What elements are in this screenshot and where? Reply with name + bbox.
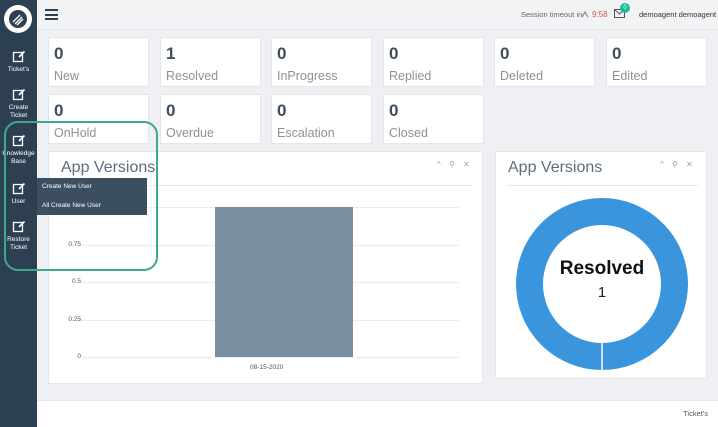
footer-text: Ticket's	[683, 409, 708, 418]
stat-value: 0	[277, 44, 287, 63]
gridline	[81, 357, 459, 358]
stat-card-edited[interactable]: 0 Edited	[606, 37, 707, 87]
stat-label: InProgress	[277, 69, 338, 83]
stat-label: Closed	[389, 126, 428, 140]
stat-value: 0	[54, 44, 64, 63]
stat-label: New	[54, 69, 80, 83]
stat-value: 0	[612, 44, 622, 63]
panel-divider	[506, 185, 698, 186]
bar-08-15-2020[interactable]	[215, 207, 353, 357]
stat-card-escalation[interactable]: 0 Escalation	[271, 94, 372, 144]
sidebar-item-label: Create Ticket	[8, 104, 29, 119]
menu-item-create-new-user[interactable]: Create New User	[42, 183, 92, 190]
menu-icon[interactable]	[45, 9, 58, 20]
mail-count-badge: 0	[620, 3, 630, 13]
stat-card-inprogress[interactable]: 0 InProgress	[271, 37, 372, 87]
x-tick-label: 08-15-2020	[250, 364, 284, 371]
stat-label: Resolved	[166, 69, 219, 83]
stat-value: 0	[389, 101, 399, 120]
signal-icon	[581, 11, 589, 18]
sidebar-item-tickets[interactable]: Ticket's	[0, 50, 37, 74]
stat-card-deleted[interactable]: 0 Deleted	[494, 37, 595, 87]
y-tick-label: 0.25	[68, 315, 81, 323]
stat-label: Deleted	[500, 69, 544, 83]
stat-value: 0	[389, 44, 399, 63]
stat-value: 0	[500, 44, 510, 63]
stat-value: 0	[166, 101, 176, 120]
panel-tools[interactable]: ^ ⚲ ✕	[660, 160, 696, 169]
topbar: Session timeout in 9:58 0 demoagent demo…	[37, 0, 718, 30]
donut-center-value: 1	[597, 284, 607, 301]
session-timeout-label: Session timeout in	[521, 10, 583, 19]
stat-value: 0	[277, 101, 287, 120]
panel-title: App Versions	[508, 159, 603, 176]
sidebar-item-label: Ticket's	[7, 66, 30, 73]
sidebar-item-create-ticket[interactable]: Create Ticket	[0, 88, 37, 120]
stat-label: Overdue	[166, 126, 214, 140]
stat-card-replied[interactable]: 0 Replied	[383, 37, 484, 87]
user-submenu: Create New User All Create New User	[37, 178, 147, 215]
app-logo[interactable]	[4, 5, 32, 33]
logo-icon	[9, 10, 27, 28]
stat-label: Edited	[612, 69, 648, 83]
stat-card-new[interactable]: 0 New	[48, 37, 149, 87]
session-timer: 9:58	[592, 10, 608, 19]
stat-card-closed[interactable]: 0 Closed	[383, 94, 484, 144]
edit-icon	[12, 50, 25, 63]
y-tick-label: 0	[77, 353, 81, 360]
stat-card-resolved[interactable]: 1 Resolved	[160, 37, 261, 87]
menu-item-all-create-new-user[interactable]: All Create New User	[42, 202, 101, 209]
user-menu[interactable]: demoagent demoagent	[639, 10, 716, 19]
edit-icon	[12, 88, 25, 101]
stat-value: 0	[54, 101, 64, 120]
donut-center-label: Resolved	[559, 258, 645, 279]
y-tick-label: 0.5	[71, 278, 81, 285]
stat-value: 1	[166, 44, 176, 63]
footer: Ticket's	[37, 400, 718, 427]
donut-chart-panel: App Versions ^ ⚲ ✕ Resolved 1	[495, 151, 707, 379]
stat-label: Escalation	[277, 126, 335, 140]
stat-label: Replied	[389, 69, 432, 83]
panel-tools[interactable]: ^ ⚲ ✕	[437, 160, 473, 169]
stat-card-overdue[interactable]: 0 Overdue	[160, 94, 261, 144]
